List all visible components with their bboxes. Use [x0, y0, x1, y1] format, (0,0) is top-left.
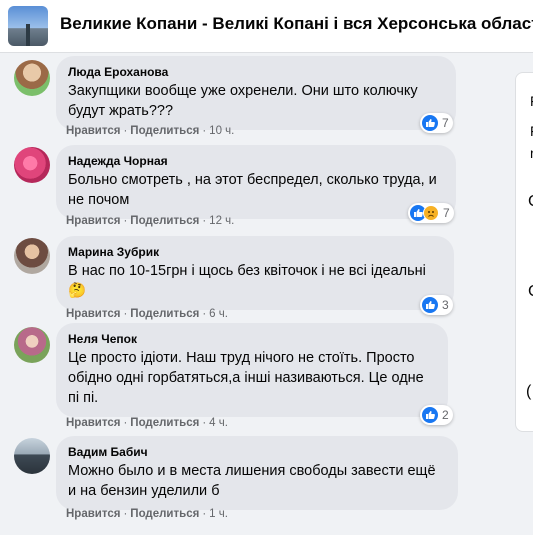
- like-link[interactable]: Нравится: [66, 508, 120, 520]
- comment-actions: Нравится · Поделиться · 12 ч.: [66, 215, 234, 227]
- comment-time[interactable]: 4 ч.: [209, 417, 228, 429]
- comment-text: Можно было и в места лишения свободы зав…: [68, 463, 436, 499]
- like-link[interactable]: Нравится: [66, 308, 120, 320]
- separator: ·: [202, 417, 207, 429]
- comment-bubble: Неля Чепок Це просто ідіоти. Наш труд ні…: [56, 323, 448, 417]
- like-link[interactable]: Нравится: [66, 417, 120, 429]
- comment-text: Це просто ідіоти. Наш труд нічого не сто…: [68, 350, 424, 406]
- comment-bubble: Люда Ероханова Закупщики вообще уже охре…: [56, 56, 456, 130]
- separator: ·: [123, 417, 128, 429]
- separator: ·: [123, 215, 128, 227]
- right-panel-text: C: [528, 193, 533, 211]
- reaction-badge[interactable]: 7: [408, 203, 454, 223]
- comment-actions: Нравится · Поделиться · 10 ч.: [66, 125, 234, 137]
- group-avatar[interactable]: [8, 6, 48, 46]
- comment-text: В нас по 10-15грн і щось без квіточок і …: [68, 263, 426, 299]
- comment-time[interactable]: 6 ч.: [209, 308, 228, 320]
- right-side-panel: F F r C C (: [515, 72, 533, 432]
- comment-actions: Нравится · Поделиться · 1 ч.: [66, 508, 228, 520]
- comment-text: Больно смотреть , на этот беспредел, ско…: [68, 172, 437, 208]
- comment-bubble: Марина Зубрик В нас по 10-15грн і щось б…: [56, 236, 454, 310]
- avatar[interactable]: [14, 238, 50, 274]
- right-panel-text: (: [526, 383, 532, 400]
- thumbs-up-icon: [422, 115, 438, 131]
- separator: ·: [202, 308, 207, 320]
- reaction-badge[interactable]: 7: [420, 113, 453, 133]
- reaction-count: 2: [442, 408, 449, 422]
- separator: ·: [202, 215, 207, 227]
- sad-face-icon: [423, 205, 439, 221]
- share-link[interactable]: Поделиться: [130, 215, 199, 227]
- separator: ·: [123, 308, 128, 320]
- group-header: Великие Копани - Великі Копані і вся Хер…: [0, 0, 533, 53]
- comment-author[interactable]: Неля Чепок: [68, 331, 436, 347]
- avatar[interactable]: [14, 438, 50, 474]
- separator: ·: [123, 508, 128, 520]
- reaction-count: 3: [442, 298, 449, 312]
- separator: ·: [123, 125, 128, 137]
- comment-time[interactable]: 12 ч.: [209, 215, 234, 227]
- right-panel-text: C: [528, 283, 533, 301]
- comment-bubble: Вадим Бабич Можно было и в места лишения…: [56, 436, 458, 510]
- comment-time[interactable]: 1 ч.: [209, 508, 228, 520]
- reaction-badge[interactable]: 3: [420, 295, 453, 315]
- thumbs-up-icon: [422, 407, 438, 423]
- like-link[interactable]: Нравится: [66, 125, 120, 137]
- group-title[interactable]: Великие Копани - Великі Копані і вся Хер…: [60, 14, 533, 34]
- comment-author[interactable]: Люда Ероханова: [68, 64, 444, 80]
- comment-text: Закупщики вообще уже охренели. Они што к…: [68, 83, 418, 119]
- avatar[interactable]: [14, 327, 50, 363]
- share-link[interactable]: Поделиться: [130, 308, 199, 320]
- like-link[interactable]: Нравится: [66, 215, 120, 227]
- comment-author[interactable]: Надежда Чорная: [68, 153, 444, 169]
- share-link[interactable]: Поделиться: [130, 508, 199, 520]
- separator: ·: [202, 508, 207, 520]
- share-link[interactable]: Поделиться: [130, 125, 199, 137]
- comment-actions: Нравится · Поделиться · 6 ч.: [66, 308, 228, 320]
- reaction-count: 7: [442, 116, 449, 130]
- avatar[interactable]: [14, 60, 50, 96]
- share-link[interactable]: Поделиться: [130, 417, 199, 429]
- comment-time[interactable]: 10 ч.: [209, 125, 234, 137]
- reaction-count: 7: [443, 206, 450, 220]
- thumbs-up-icon: [422, 297, 438, 313]
- comment-author[interactable]: Вадим Бабич: [68, 444, 446, 460]
- reaction-badge[interactable]: 2: [420, 405, 453, 425]
- comment-author[interactable]: Марина Зубрик: [68, 244, 442, 260]
- tower-icon: [26, 24, 30, 46]
- separator: ·: [202, 125, 207, 137]
- comment-actions: Нравится · Поделиться · 4 ч.: [66, 417, 228, 429]
- comment-bubble: Надежда Чорная Больно смотреть , на этот…: [56, 145, 456, 219]
- avatar[interactable]: [14, 147, 50, 183]
